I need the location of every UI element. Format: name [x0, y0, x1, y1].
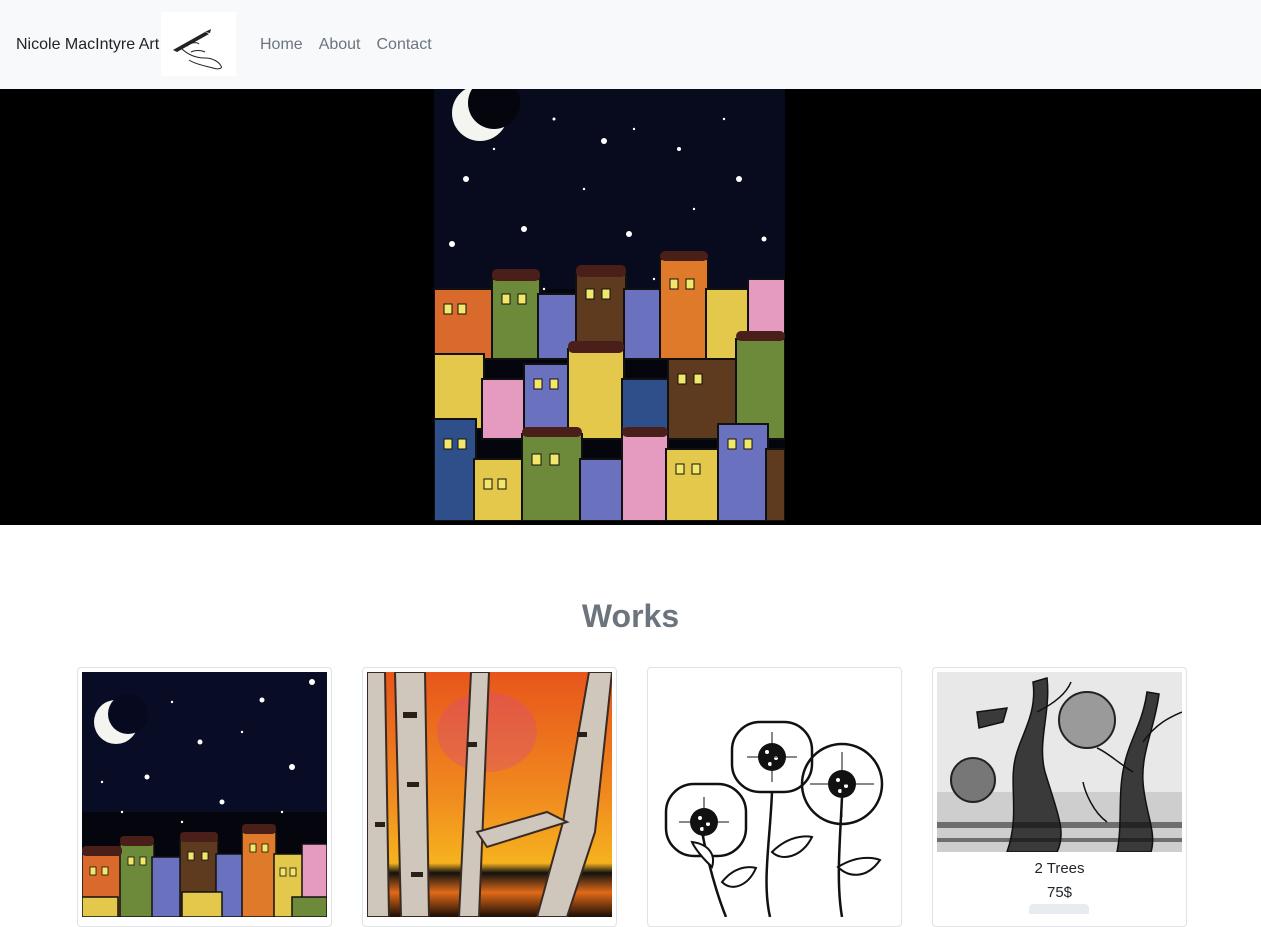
work-card-title: 2 Trees — [1034, 860, 1085, 877]
hand-drawing-pen-icon — [173, 29, 222, 70]
work-card[interactable] — [77, 667, 332, 927]
work-thumbnail-two-trees — [937, 672, 1182, 852]
nav-about-link[interactable]: About — [319, 36, 361, 54]
work-card-button[interactable] — [1029, 904, 1089, 914]
hero-banner — [0, 89, 1261, 525]
work-card[interactable]: 2 Trees 75$ — [932, 667, 1187, 927]
work-thumbnail-night-village — [82, 672, 327, 917]
logo[interactable] — [161, 12, 236, 76]
works-heading: Works — [581, 598, 680, 634]
work-thumbnail-birch-trees — [367, 672, 612, 917]
nav-home-link[interactable]: Home — [260, 36, 303, 54]
work-card-price: 75$ — [1046, 884, 1073, 901]
brand-link[interactable]: Nicole MacIntyre Art — [16, 36, 159, 54]
work-card[interactable] — [647, 667, 902, 927]
hero-artwork-image — [434, 89, 785, 521]
navbar: Nicole MacIntyre Art Home About Contact — [0, 0, 1261, 89]
nav-links: Home About Contact — [260, 36, 448, 54]
work-card[interactable] — [362, 667, 617, 927]
nav-contact-link[interactable]: Contact — [377, 36, 432, 54]
work-thumbnail-ink-flowers — [652, 672, 897, 917]
